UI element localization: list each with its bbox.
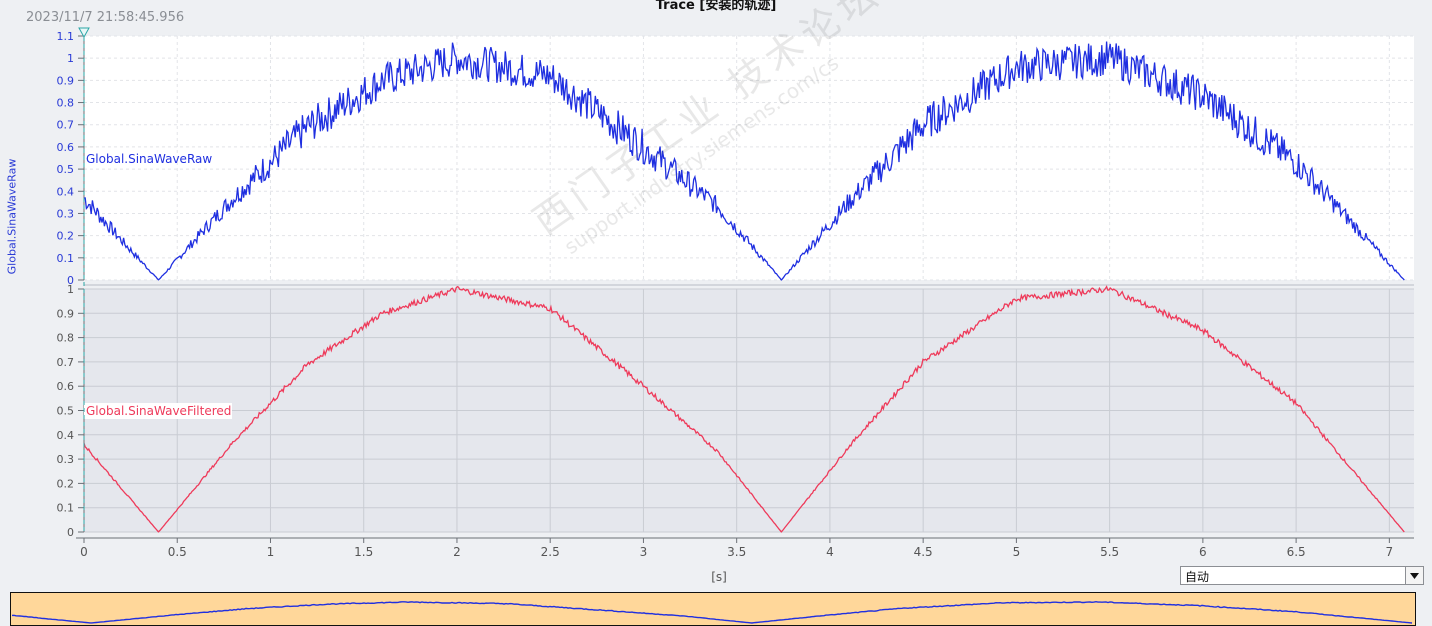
x-tick-label: 1 [267,545,275,559]
x-tick-label: 2 [453,545,461,559]
y-tick-label: 0.1 [57,252,75,265]
x-tick-label: 2.5 [541,545,560,559]
x-tick-label: 0.5 [168,545,187,559]
x-axis-label: [s] [711,570,727,584]
x-tick-label: 0 [80,545,88,559]
y-tick-label: 0.2 [57,477,75,490]
y-tick-label: 0.1 [57,502,75,515]
y-tick-label: 0.4 [57,429,75,442]
overview-strip[interactable] [10,592,1416,626]
y-tick-label: 0.9 [57,307,75,320]
y-tick-label: 1.1 [57,30,75,43]
y-tick-label: 0.2 [57,230,75,243]
y-tick-label: 1 [67,52,74,65]
dropdown-arrow-icon[interactable] [1405,567,1423,584]
x-tick-label: 6 [1199,545,1207,559]
y-tick-label: 0.9 [57,74,75,87]
x-tick-label: 7 [1386,545,1394,559]
y-tick-label: 0.7 [57,356,75,369]
x-tick-label: 5.5 [1100,545,1119,559]
zoom-mode-value: 自动 [1185,570,1210,584]
y-tick-label: 0.4 [57,185,75,198]
y-tick-label: 0.5 [57,163,75,176]
x-tick-label: 1.5 [354,545,373,559]
x-tick-label: 3 [640,545,648,559]
series-label-filtered: Global.SinaWaveFiltered [86,404,231,418]
x-tick-label: 6.5 [1287,545,1306,559]
y-tick-label: 0.3 [57,453,75,466]
series-label-raw: Global.SinaWaveRaw [86,152,212,166]
y-tick-label: 1 [67,283,74,296]
y-tick-label: 0.5 [57,405,75,418]
x-tick-label: 4 [826,545,834,559]
y-tick-label: 0.3 [57,207,75,220]
y-tick-label: 0.6 [57,380,75,393]
x-tick-label: 5 [1013,545,1021,559]
overview-series-line [11,600,1413,624]
zoom-mode-select[interactable]: 自动 [1180,566,1424,585]
x-tick-label: 3.5 [727,545,746,559]
x-tick-label: 4.5 [914,545,933,559]
y-tick-label: 0.7 [57,119,75,132]
y-tick-label: 0 [67,526,74,539]
trace-chart[interactable]: 0 0.1 0.2 0.3 0.4 0.5 0.6 0.7 0.8 0.9 1 1.1 Global.S… [0,0,1432,592]
y-tick-label: 0.6 [57,141,75,154]
y-tick-label: 0.8 [57,332,75,345]
y-tick-label: 0.8 [57,97,75,110]
